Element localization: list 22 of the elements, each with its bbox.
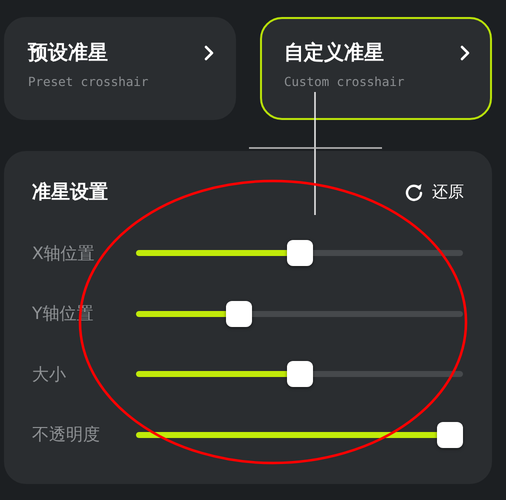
chevron-right-icon — [460, 44, 470, 60]
slider[interactable] — [136, 361, 463, 388]
slider-thumb[interactable] — [286, 361, 312, 388]
card-subtitle: Preset crosshair — [28, 74, 150, 89]
crosshair-type-card[interactable]: 自定义准星 Custom crosshair — [260, 17, 492, 120]
slider-thumb[interactable] — [437, 422, 463, 448]
slider[interactable] — [136, 240, 463, 266]
card-subtitle: Custom crosshair — [284, 74, 406, 89]
card-title: 预设准星 — [28, 39, 108, 66]
slider[interactable] — [136, 422, 463, 448]
slider[interactable] — [136, 300, 463, 327]
chevron-right-icon — [204, 44, 214, 60]
slider-label: X轴位置 — [32, 242, 96, 265]
slider-thumb[interactable] — [226, 300, 252, 327]
slider-thumb[interactable] — [286, 240, 312, 266]
card-title: 自定义准星 — [284, 39, 384, 66]
reset-button[interactable]: 还原 — [404, 182, 464, 202]
reset-icon — [404, 182, 424, 202]
crosshair-type-card[interactable]: 预设准星 Preset crosshair — [4, 17, 236, 120]
panel-title: 准星设置 — [32, 180, 108, 205]
slider-label: 不透明度 — [32, 424, 101, 446]
slider-label: 大小 — [32, 364, 67, 386]
